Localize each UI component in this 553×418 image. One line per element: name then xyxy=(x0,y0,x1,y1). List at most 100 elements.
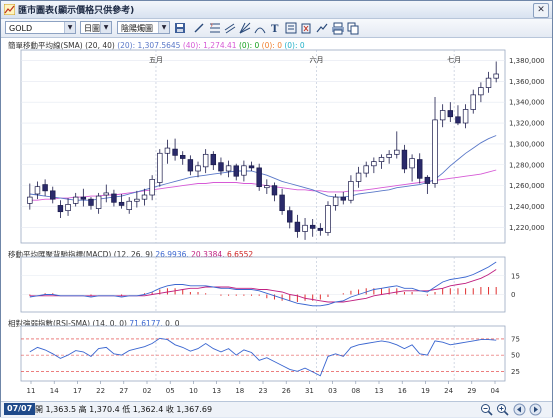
candle-body xyxy=(218,162,224,172)
candle-body xyxy=(363,165,369,174)
candle-body xyxy=(210,153,217,166)
candle-body xyxy=(294,221,301,232)
date-label: 08 xyxy=(351,387,360,395)
macd-tick-label: 0 xyxy=(511,291,515,299)
date-label: 14 xyxy=(50,387,59,395)
candle-body xyxy=(485,77,492,88)
date-label: 18 xyxy=(235,387,244,395)
macd-panel-frame xyxy=(20,256,506,313)
candle-body xyxy=(340,196,346,201)
date-label: 24 xyxy=(444,387,453,395)
date-label: 22 xyxy=(96,387,105,395)
candle-body xyxy=(50,190,56,200)
date-label: 19 xyxy=(421,387,430,395)
price-tick-label: 1,280,000 xyxy=(509,161,545,169)
candle-body xyxy=(141,194,148,200)
candle-body xyxy=(157,152,163,183)
date-label: 29 xyxy=(467,387,476,395)
price-tick-label: 1,320,000 xyxy=(509,120,545,128)
candle-body xyxy=(264,185,270,189)
candle-body xyxy=(302,224,308,232)
month-label: 五月 xyxy=(149,56,163,64)
date-label: 13 xyxy=(212,387,221,395)
price-tick-label: 1,380,000 xyxy=(509,57,545,65)
candle-body xyxy=(470,94,476,110)
candle-body xyxy=(455,116,461,124)
chart-canvas[interactable]: 1,380,000 1,360,000 1,340,000 1,320,000 1,30… xyxy=(0,0,553,417)
date-label: 05 xyxy=(166,387,175,395)
candle-body xyxy=(432,119,438,184)
candle-body xyxy=(241,165,247,176)
candle xyxy=(256,163,262,191)
candle xyxy=(325,201,331,236)
candle-body xyxy=(348,181,354,201)
candle-body xyxy=(317,228,324,231)
candle-body xyxy=(256,167,262,188)
date-label: 26 xyxy=(282,387,291,395)
date-label: 03 xyxy=(328,387,337,395)
candle-body xyxy=(72,196,79,204)
candle-body xyxy=(80,196,87,200)
candle-body xyxy=(149,179,155,196)
candle-body xyxy=(34,186,41,195)
candle-body xyxy=(309,224,316,229)
candle-body xyxy=(118,201,125,206)
candle-body xyxy=(134,198,140,202)
candle-body xyxy=(371,161,377,167)
candle-body xyxy=(233,165,239,177)
candle-body xyxy=(325,205,331,233)
candle-body xyxy=(271,185,278,196)
candle-body xyxy=(202,153,209,168)
date-label: 02 xyxy=(143,387,152,395)
candle-body xyxy=(172,148,178,156)
price-tick-label: 1,300,000 xyxy=(509,140,545,148)
date-label: 13 xyxy=(375,387,384,395)
date-label: 17 xyxy=(73,387,82,395)
candle-body xyxy=(180,155,186,159)
candle-body xyxy=(417,159,423,179)
candle-body xyxy=(65,204,71,212)
price-tick-label: 1,340,000 xyxy=(509,99,545,107)
candle xyxy=(157,149,163,187)
date-label: 16 xyxy=(398,387,407,395)
candle-body xyxy=(386,153,392,158)
candle-body xyxy=(478,87,484,96)
candle-body xyxy=(248,165,255,169)
candle-body xyxy=(355,172,362,182)
macd-tick-label: 15 xyxy=(511,272,520,280)
candle-body xyxy=(462,109,469,124)
candle-body xyxy=(493,73,499,79)
month-label: 六月 xyxy=(310,55,324,64)
candle-body xyxy=(394,149,400,155)
candle-body xyxy=(164,147,171,154)
rsi-tick-label: 75 xyxy=(511,335,520,343)
rsi-tick-label: 25 xyxy=(511,368,520,376)
candle-body xyxy=(187,159,194,172)
candle-body xyxy=(42,184,48,192)
date-label: 31 xyxy=(305,387,314,395)
candle-body xyxy=(88,198,94,206)
rsi-tick-label: 50 xyxy=(511,352,520,360)
price-tick-label: 1,360,000 xyxy=(509,78,545,86)
candle-body xyxy=(279,194,285,212)
date-label: 11 xyxy=(27,387,36,395)
candle-body xyxy=(126,200,132,210)
candle-body xyxy=(57,205,64,213)
candle-body xyxy=(195,165,201,172)
candle-body xyxy=(95,195,102,209)
price-tick-label: 1,260,000 xyxy=(509,182,545,190)
date-label: 04 xyxy=(491,387,500,395)
candle-body xyxy=(287,210,293,223)
date-label: 10 xyxy=(189,387,198,395)
candle-body xyxy=(447,110,454,118)
candle-body xyxy=(103,192,109,196)
month-label: 七月 xyxy=(447,55,461,64)
date-label: 27 xyxy=(119,387,128,395)
candle-body xyxy=(439,110,446,121)
candle-body xyxy=(378,157,385,162)
candle-body xyxy=(27,196,33,204)
price-tick-label: 1,240,000 xyxy=(509,203,545,211)
candle-body xyxy=(111,193,117,203)
candle-body xyxy=(409,158,415,169)
price-tick-label: 1,220,000 xyxy=(509,224,545,232)
